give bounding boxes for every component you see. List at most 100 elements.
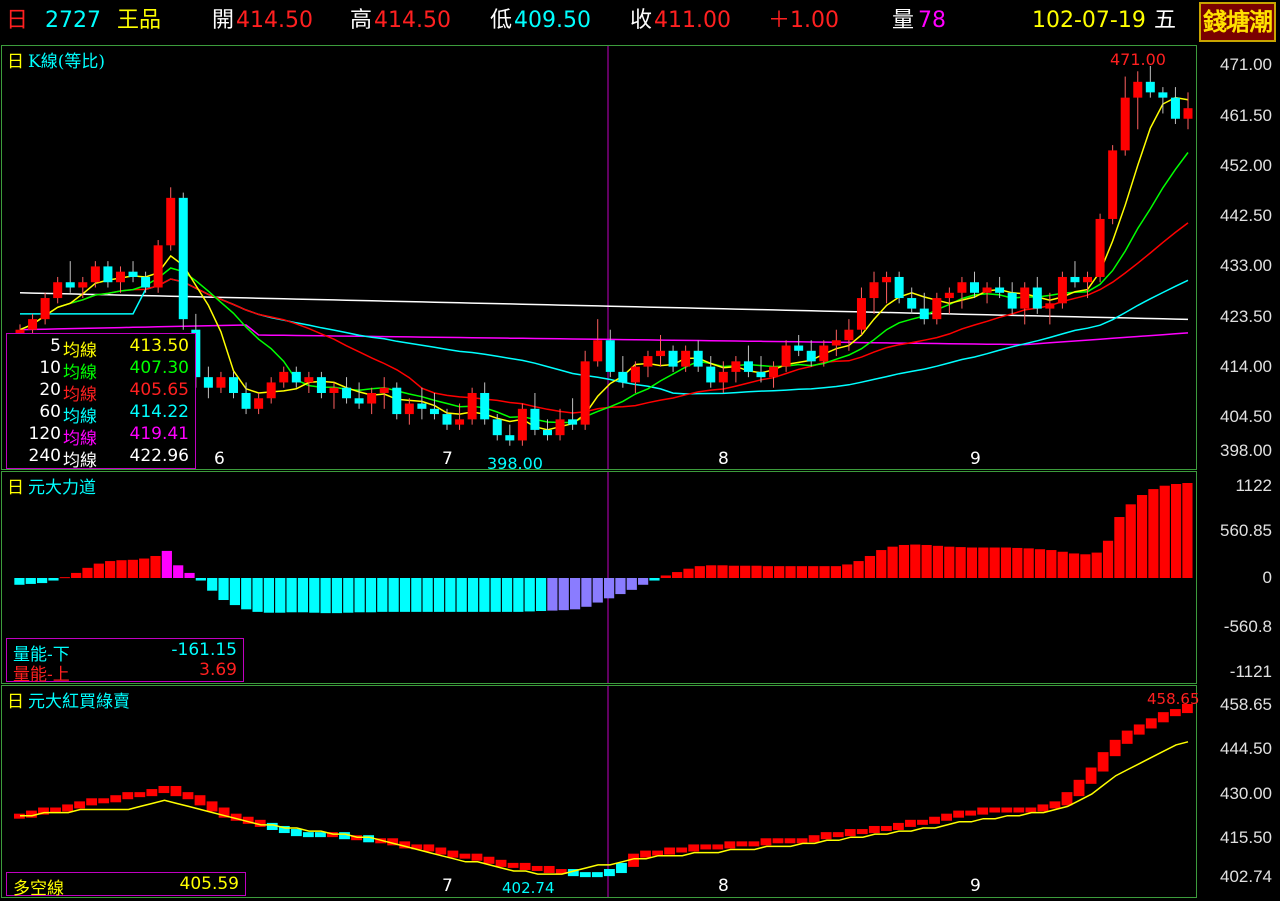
signal-bar xyxy=(86,798,98,806)
force-bar xyxy=(127,559,138,578)
candle-body xyxy=(467,392,477,420)
force-bar xyxy=(173,565,184,578)
signal-bar xyxy=(459,853,471,859)
signal-bar xyxy=(856,829,868,835)
redgreen-max-label: 458.65 xyxy=(1147,690,1200,708)
candle-body xyxy=(442,414,452,425)
candle-body xyxy=(957,282,967,293)
candle-body xyxy=(1032,287,1042,309)
tick-label: 444.50 xyxy=(1220,739,1272,758)
signal-bar xyxy=(929,816,940,824)
candle-body xyxy=(291,371,301,383)
candle-body xyxy=(882,276,892,283)
candle-body xyxy=(40,298,50,320)
candle-body xyxy=(128,271,138,277)
redgreen-panel[interactable]: 日 元大紅買綠賣 458.65 402.74 7 8 9 多空線 405.59 xyxy=(1,685,1200,899)
force-bar xyxy=(184,572,195,578)
stock-code[interactable]: 2727 xyxy=(45,6,101,36)
candle-body xyxy=(869,282,879,299)
long-short-line xyxy=(20,741,1189,875)
close-label: 收 xyxy=(630,8,653,33)
multi-empty-legend: 多空線 405.59 xyxy=(6,872,246,899)
candle-body xyxy=(492,419,502,436)
signal-bar xyxy=(110,795,122,803)
force-bar xyxy=(513,578,524,612)
period-label[interactable]: 日 xyxy=(6,6,28,36)
signal-bar xyxy=(495,859,507,867)
tick-label: 461.50 xyxy=(1220,106,1272,125)
signal-bar xyxy=(832,832,844,838)
signal-bar xyxy=(640,850,651,858)
force-bar xyxy=(660,575,671,578)
candle-body xyxy=(806,350,816,362)
open-label: 開 xyxy=(212,8,235,33)
force-bar xyxy=(275,578,286,613)
force-bar xyxy=(830,566,842,578)
force-bar xyxy=(1148,489,1159,578)
candle-body xyxy=(354,398,364,404)
force-bar xyxy=(263,578,275,613)
signal-bar xyxy=(1157,712,1169,723)
tick-label: 415.50 xyxy=(1220,828,1272,847)
tick-label: 452.00 xyxy=(1220,156,1272,175)
force-bar xyxy=(195,578,206,581)
signal-bar xyxy=(122,792,134,800)
signal-bar xyxy=(748,841,760,847)
candle-body xyxy=(831,340,841,346)
force-bar xyxy=(150,555,161,578)
force-bar xyxy=(445,578,456,612)
force-bar xyxy=(955,547,966,578)
force-bar xyxy=(1091,552,1102,578)
signal-bar xyxy=(1145,718,1157,729)
signal-bar xyxy=(784,838,796,844)
signal-bar xyxy=(579,872,591,878)
force-bar xyxy=(853,561,864,578)
force-bar xyxy=(706,565,717,578)
month-label: 7 xyxy=(442,876,453,896)
candle-body xyxy=(90,266,100,283)
signal-bar xyxy=(604,869,615,877)
force-bar xyxy=(694,566,705,578)
force-bar xyxy=(82,567,93,578)
candle-body xyxy=(28,319,38,330)
tick-label: 442.50 xyxy=(1220,206,1272,225)
candle-body xyxy=(769,366,779,378)
force-bar xyxy=(1102,540,1114,578)
low-label: 低 xyxy=(490,8,513,33)
force-bar xyxy=(978,547,989,578)
candle-body xyxy=(643,356,653,367)
candle-body xyxy=(517,408,527,441)
force-bar xyxy=(456,578,467,612)
candle-body xyxy=(229,377,239,393)
signal-bar xyxy=(905,819,916,827)
force-bar xyxy=(479,578,490,612)
force-panel[interactable]: 日 元大力道 量能-下 -161.15 量能-上 3.69 xyxy=(1,471,1197,685)
force-bar xyxy=(1080,554,1091,578)
signal-bar xyxy=(447,850,459,858)
force-bar xyxy=(762,566,773,578)
kline-panel[interactable]: 日 K線(等比) 471.00 398.00 6 7 8 9 5 均線 413.… xyxy=(1,45,1197,473)
month-label: 8 xyxy=(718,449,729,469)
signal-bar xyxy=(977,807,989,815)
candle-body xyxy=(153,245,163,288)
signal-bar xyxy=(1049,801,1061,809)
signal-bar xyxy=(315,832,326,838)
signal-bar xyxy=(507,862,519,868)
force-bar xyxy=(501,578,513,612)
candle-body xyxy=(1120,97,1130,151)
stock-name[interactable]: 王品 xyxy=(117,6,161,36)
candle-body xyxy=(266,382,276,399)
force-bar xyxy=(581,578,592,607)
candle-body xyxy=(455,419,465,425)
signal-bar xyxy=(820,832,832,840)
candle-body xyxy=(1020,287,1030,309)
force-bar xyxy=(921,544,932,578)
force-bar xyxy=(252,578,263,612)
force-title: 元大力道 xyxy=(28,478,96,498)
candle-body xyxy=(417,403,427,409)
signal-bar xyxy=(290,829,302,837)
redgreen-plot[interactable] xyxy=(2,686,1196,897)
candle-body xyxy=(542,429,552,436)
force-bar xyxy=(71,572,82,578)
signal-bar xyxy=(543,865,555,874)
